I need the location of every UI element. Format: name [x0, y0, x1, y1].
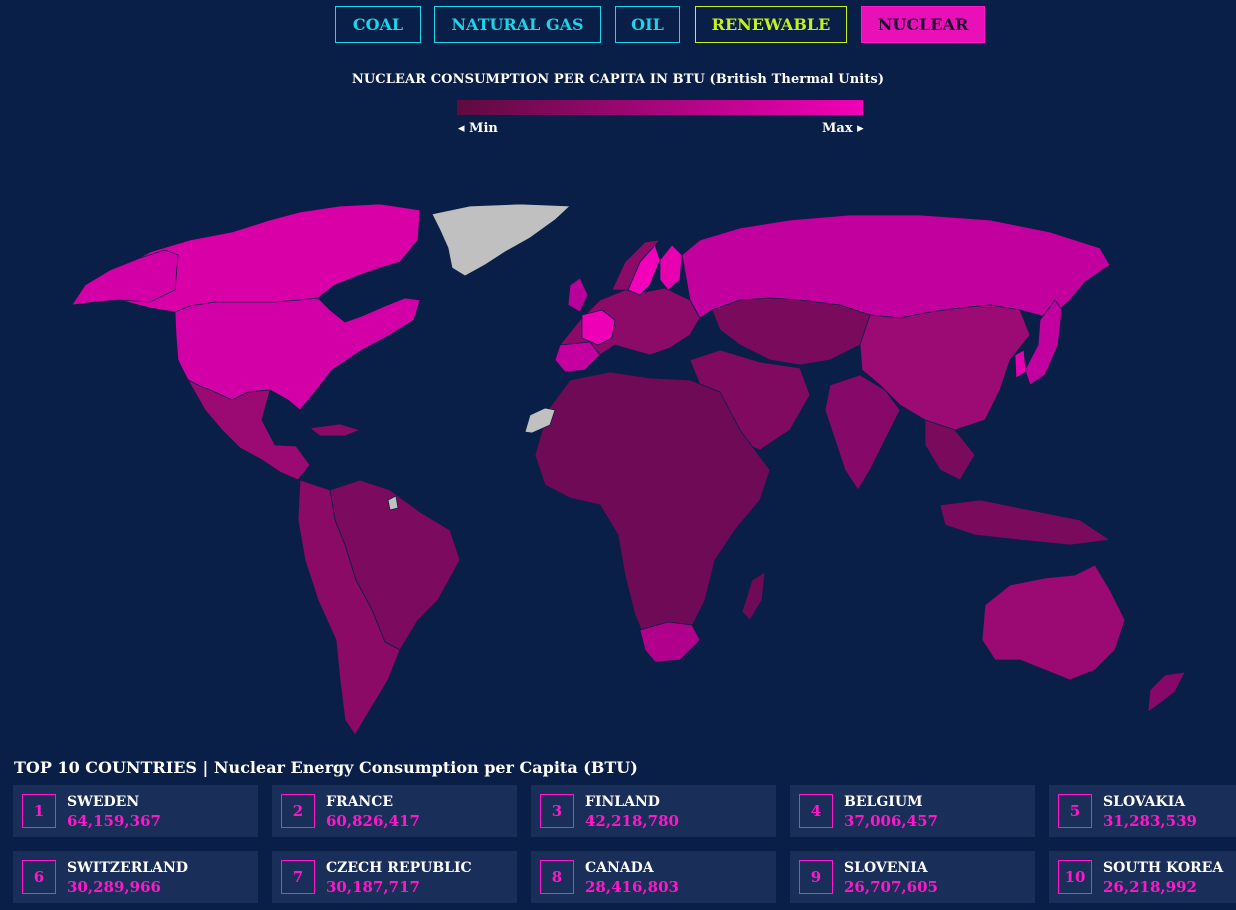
- country-value: 26,218,992: [1103, 878, 1197, 896]
- top10-title: TOP 10 COUNTRIES | Nuclear Energy Consum…: [14, 758, 638, 777]
- rank-badge: 2: [281, 794, 315, 828]
- country-value: 26,707,605: [844, 878, 938, 896]
- country-name: SOUTH KOREA: [1103, 860, 1224, 876]
- top10-card: 4 BELGIUM 37,006,457: [790, 785, 1035, 837]
- tab-natural-gas[interactable]: NATURAL GAS: [434, 6, 601, 43]
- tab-renewable[interactable]: RENEWABLE: [695, 6, 847, 43]
- tab-oil[interactable]: OIL: [615, 6, 680, 43]
- top10-card: 7 CZECH REPUBLIC 30,187,717: [272, 851, 517, 903]
- region-southeast-asia[interactable]: [924, 419, 976, 481]
- tab-nuclear[interactable]: NUCLEAR: [861, 6, 985, 43]
- world-map: [71, 203, 1186, 736]
- country-madagascar[interactable]: [741, 571, 766, 621]
- energy-tabs: COAL NATURAL GAS OIL RENEWABLE NUCLEAR: [0, 6, 1236, 46]
- legend-max-label: Max ▸: [822, 121, 864, 136]
- rank-badge: 3: [540, 794, 574, 828]
- country-value: 31,283,539: [1103, 812, 1197, 830]
- country-name: SWITZERLAND: [67, 860, 188, 876]
- country-australia[interactable]: [981, 564, 1126, 681]
- country-greenland[interactable]: [431, 203, 571, 277]
- top10-card: 3 FINLAND 42,218,780: [531, 785, 776, 837]
- country-value: 28,416,803: [585, 878, 679, 896]
- legend-min-label: ◂ Min: [458, 121, 498, 136]
- top10-card: 6 SWITZERLAND 30,289,966: [13, 851, 258, 903]
- country-value: 42,218,780: [585, 812, 679, 830]
- country-name: CANADA: [585, 860, 654, 876]
- country-name: SWEDEN: [67, 794, 140, 810]
- region-indonesia[interactable]: [939, 499, 1112, 546]
- country-name: CZECH REPUBLIC: [326, 860, 472, 876]
- legend-gradient-bar: [457, 100, 863, 115]
- country-name: SLOVAKIA: [1103, 794, 1186, 810]
- rank-badge: 9: [799, 860, 833, 894]
- country-south-africa[interactable]: [639, 621, 701, 663]
- country-finland[interactable]: [659, 244, 683, 291]
- country-value: 37,006,457: [844, 812, 938, 830]
- rank-badge: 1: [22, 794, 56, 828]
- country-name: FINLAND: [585, 794, 660, 810]
- legend-title: NUCLEAR CONSUMPTION PER CAPITA IN BTU (B…: [351, 72, 885, 87]
- country-name: FRANCE: [326, 794, 394, 810]
- rank-badge: 4: [799, 794, 833, 828]
- tab-coal[interactable]: COAL: [335, 6, 421, 43]
- top10-card: 2 FRANCE 60,826,417: [272, 785, 517, 837]
- country-value: 30,289,966: [67, 878, 161, 896]
- top10-card: 1 SWEDEN 64,159,367: [13, 785, 258, 837]
- country-uk[interactable]: [567, 277, 589, 313]
- rank-badge: 7: [281, 860, 315, 894]
- top10-card: 9 SLOVENIA 26,707,605: [790, 851, 1035, 903]
- country-value: 60,826,417: [326, 812, 420, 830]
- country-value: 30,187,717: [326, 878, 420, 896]
- country-south-korea[interactable]: [1014, 349, 1027, 379]
- top10-card: 8 CANADA 28,416,803: [531, 851, 776, 903]
- top10-card: 5 SLOVAKIA 31,283,539: [1049, 785, 1236, 837]
- rank-badge: 5: [1058, 794, 1092, 828]
- country-name: BELGIUM: [844, 794, 923, 810]
- rank-badge: 8: [540, 860, 574, 894]
- rank-badge: 6: [22, 860, 56, 894]
- country-name: SLOVENIA: [844, 860, 928, 876]
- rank-badge: 10: [1058, 860, 1092, 894]
- country-new-zealand[interactable]: [1147, 671, 1186, 713]
- country-value: 64,159,367: [67, 812, 161, 830]
- country-spain[interactable]: [554, 341, 601, 373]
- caribbean-islands[interactable]: [309, 423, 362, 437]
- top10-card: 10 SOUTH KOREA 26,218,992: [1049, 851, 1236, 903]
